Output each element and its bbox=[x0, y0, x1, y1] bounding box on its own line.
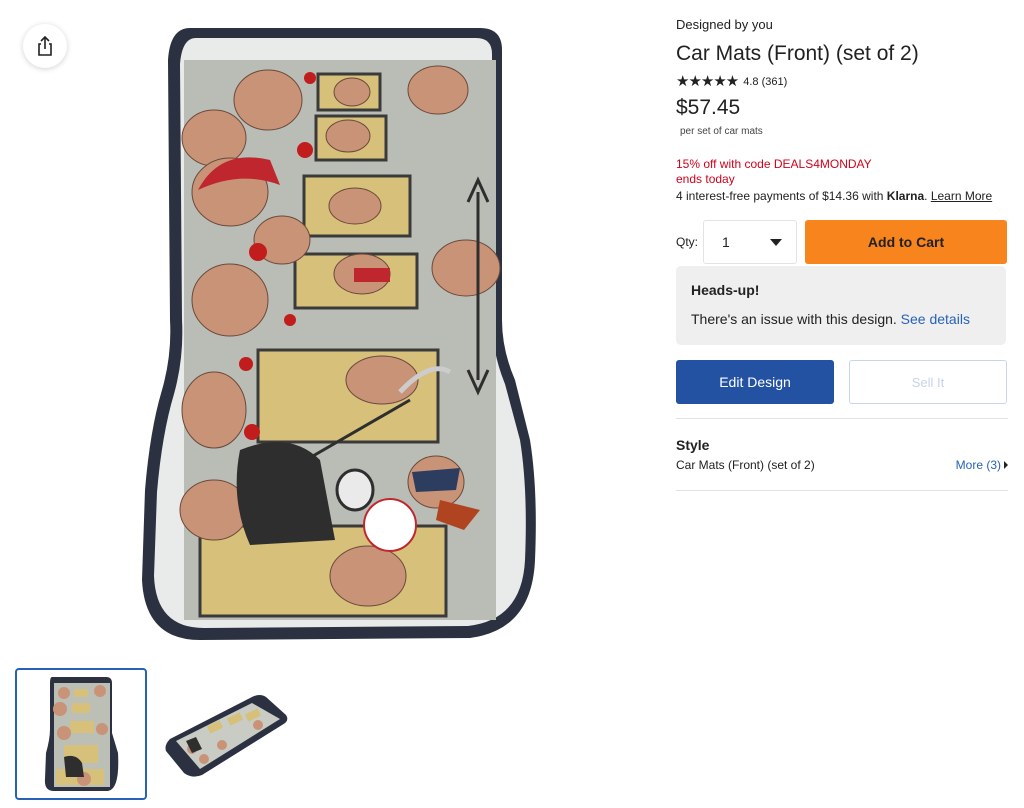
caret-down-icon bbox=[770, 238, 783, 246]
add-to-cart-button[interactable]: Add to Cart bbox=[805, 220, 1008, 264]
klarna-installments: 4 interest-free payments of $14.36 with … bbox=[676, 189, 993, 203]
divider bbox=[676, 490, 1008, 491]
design-actions: Edit Design Sell It bbox=[676, 360, 1007, 404]
product-price: $57.45 bbox=[676, 96, 741, 119]
heads-up-message: There's an issue with this design. See d… bbox=[691, 311, 991, 327]
product-main-image[interactable] bbox=[130, 20, 550, 645]
heads-up-text: There's an issue with this design. bbox=[691, 311, 897, 327]
qty-label: Qty: bbox=[676, 235, 699, 249]
product-title: Car Mats (Front) (set of 2) bbox=[676, 42, 919, 65]
chevron-right-icon bbox=[1004, 461, 1008, 469]
quantity-value: 1 bbox=[722, 234, 730, 250]
share-icon bbox=[38, 35, 52, 56]
klarna-learn-more-link[interactable]: Learn More bbox=[931, 189, 992, 203]
price-unit: per set of car mats bbox=[680, 126, 763, 137]
rating-row[interactable]: ★★★★★ 4.8 (361) bbox=[676, 74, 787, 90]
thumbnail-angled-view[interactable] bbox=[160, 668, 292, 800]
promo-message: 15% off with code DEALS4MONDAY ends toda… bbox=[676, 157, 872, 187]
rating-count: 4.8 (361) bbox=[743, 76, 788, 88]
edit-design-button[interactable]: Edit Design bbox=[676, 360, 834, 404]
promo-code-text: 15% off with code DEALS4MONDAY bbox=[676, 157, 872, 171]
promo-ends-text: ends today bbox=[676, 172, 735, 186]
klarna-logo: Klarna bbox=[886, 189, 925, 203]
designed-by-label: Designed by you bbox=[676, 17, 773, 32]
style-more-link[interactable]: More (3) bbox=[956, 458, 1008, 472]
quantity-row: Qty: 1 Add to Cart bbox=[676, 220, 1008, 264]
klarna-text: 4 interest-free payments of $14.36 with bbox=[676, 189, 887, 203]
style-value: Car Mats (Front) (set of 2) bbox=[676, 458, 815, 472]
heads-up-notice: Heads-up! There's an issue with this des… bbox=[676, 266, 1006, 345]
star-rating-icon: ★★★★★ bbox=[676, 73, 739, 90]
thumbnail-front-view[interactable] bbox=[15, 668, 147, 800]
heads-up-title: Heads-up! bbox=[691, 282, 760, 298]
see-details-link[interactable]: See details bbox=[901, 311, 970, 327]
quantity-select[interactable]: 1 bbox=[703, 220, 798, 264]
product-page: Designed by you Car Mats (Front) (set of… bbox=[0, 0, 1024, 808]
style-heading: Style bbox=[676, 437, 710, 453]
share-button[interactable] bbox=[23, 24, 67, 68]
sell-it-button[interactable]: Sell It bbox=[849, 360, 1007, 404]
divider bbox=[676, 418, 1008, 419]
style-more-label: More (3) bbox=[955, 458, 1001, 472]
